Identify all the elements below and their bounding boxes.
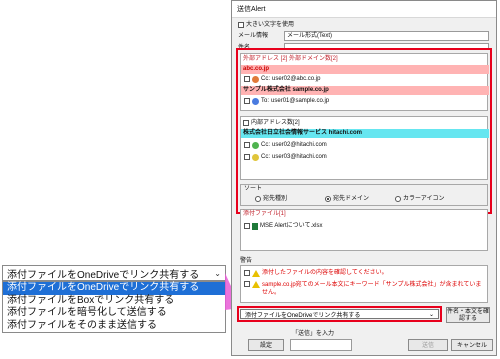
check-subject-button[interactable]: 件名・本文を確認する [446, 307, 490, 323]
send-prompt-label: 「送信」を入力 [292, 331, 335, 337]
share-option-onedrive[interactable]: 添付ファイルをOneDriveでリンク共有する [3, 282, 225, 295]
attachment-file-name: MSE Alertについて.xlsx [260, 223, 323, 229]
warning-panel: 添付したファイルの内容を確認してください。 sample.co.jp宛てのメール… [240, 265, 488, 303]
warning-2-checkbox[interactable] [244, 281, 250, 287]
internal-row-1-prefix: Cc: [261, 142, 270, 148]
warning-text-1: 添付したファイルの内容を確認してください。 [262, 270, 388, 276]
internal-row-2-checkbox[interactable] [244, 154, 250, 160]
large-text-label: 大きい文字を使用 [246, 22, 295, 28]
internal-domain: 株式会社日立社会情報サービス hitachi.com [241, 129, 489, 138]
external-row-2-address: user01@sample.co.jp [271, 98, 330, 104]
person-icon [252, 75, 259, 83]
internal-header-checkbox[interactable] [243, 120, 249, 126]
large-text-checkbox[interactable] [238, 22, 244, 28]
internal-row-1-address: user02@hitachi.com [272, 142, 327, 148]
share-option-select[interactable]: 添付ファイルをOneDriveでリンク共有する ⌄ [2, 265, 226, 281]
warning-1-checkbox[interactable] [244, 270, 250, 276]
attachment-header: 添付ファイル[1] [243, 211, 286, 217]
external-header: 外部アドレス [2] 外部ドメイン数[2] [243, 56, 338, 62]
share-dropdown[interactable]: 添付ファイルをOneDriveでリンク共有する ⌄ [240, 309, 439, 319]
sort-option-domain: 宛先ドメイン [333, 196, 370, 202]
chevron-down-icon: ⌄ [214, 268, 221, 278]
attachment-panel: 添付ファイル[1] MSE Alertについて.xlsx [240, 209, 488, 251]
share-option-box[interactable]: 添付ファイルをBoxでリンク共有する [3, 295, 225, 308]
mail-info-field: メール形式(Text) [284, 31, 489, 41]
sort-group: ソート 宛先種別 宛先ドメイン カラーアイコン [240, 184, 488, 206]
chevron-down-icon: ⌄ [428, 311, 434, 318]
share-option-list: 添付ファイルをOneDriveでリンク共有する 添付ファイルをBoxでリンク共有… [2, 281, 226, 333]
attachment-checkbox[interactable] [244, 223, 250, 229]
external-row-2-checkbox[interactable] [244, 98, 250, 104]
person-icon [252, 141, 259, 149]
person-icon [252, 97, 259, 105]
attachment-row: MSE Alertについて.xlsx [244, 222, 323, 230]
external-row-1-address: user02@abc.co.jp [272, 76, 321, 82]
external-row-2: To: user01@sample.co.jp [244, 97, 329, 105]
external-row-2-prefix: To: [261, 98, 270, 104]
send-alert-window: 送信Alert 大きい文字を使用 メール情報 メール形式(Text) 件名 外部… [231, 0, 497, 356]
warning-row-1: 添付したファイルの内容を確認してください。 [244, 269, 388, 277]
sort-radio-type[interactable] [255, 196, 261, 202]
warning-icon [252, 269, 260, 277]
send-button[interactable]: 送信 [408, 339, 448, 351]
sort-radio-color[interactable] [395, 196, 401, 202]
external-row-1-checkbox[interactable] [244, 76, 250, 82]
cancel-button[interactable]: キャンセル [451, 339, 493, 351]
share-dropdown-value: 添付ファイルをOneDriveでリンク共有する [245, 312, 361, 319]
person-icon [252, 153, 259, 161]
external-domain-1: abc.co.jp [241, 65, 489, 74]
warning-icon [252, 281, 260, 288]
external-address-panel: 外部アドレス [2] 外部ドメイン数[2] abc.co.jp Cc: user… [240, 53, 489, 111]
share-option-encrypt[interactable]: 添付ファイルを暗号化して送信する [3, 307, 225, 320]
internal-row-2-address: user03@hitachi.com [272, 154, 327, 160]
warning-label: 警告 [240, 258, 253, 264]
internal-address-panel: 内部アドレス数[2] 株式会社日立社会情報サービス hitachi.com Cc… [240, 116, 489, 180]
warning-text-2: sample.co.jp宛てのメール本文にキーワード「サンプル株式会社」が含まれ… [262, 282, 482, 296]
internal-row-1: Cc: user02@hitachi.com [244, 141, 327, 149]
mail-info-label: メール情報 [238, 33, 269, 39]
internal-row-1-checkbox[interactable] [244, 142, 250, 148]
external-row-1: Cc: user02@abc.co.jp [244, 75, 320, 83]
settings-button[interactable]: 設定 [248, 339, 284, 351]
internal-row-2: Cc: user03@hitachi.com [244, 153, 327, 161]
internal-row-2-prefix: Cc: [261, 154, 270, 160]
warning-row-2: sample.co.jp宛てのメール本文にキーワード「サンプル株式会社」が含まれ… [244, 281, 484, 297]
sort-option-color: カラーアイコン [403, 196, 445, 202]
share-option-plain[interactable]: 添付ファイルをそのまま送信する [3, 320, 225, 333]
external-domain-2: サンプル株式会社 sample.co.jp [241, 86, 489, 95]
send-confirm-input[interactable] [290, 339, 352, 351]
sort-radio-domain[interactable] [325, 196, 331, 202]
window-title: 送信Alert [232, 1, 496, 18]
sort-label: ソート [244, 186, 263, 192]
internal-header: 内部アドレス数[2] [251, 120, 300, 126]
external-row-1-prefix: Cc: [261, 76, 270, 82]
excel-file-icon [252, 222, 258, 230]
share-option-select-value: 添付ファイルをOneDriveでリンク共有する [7, 269, 200, 281]
sort-option-type: 宛先種別 [263, 196, 288, 202]
